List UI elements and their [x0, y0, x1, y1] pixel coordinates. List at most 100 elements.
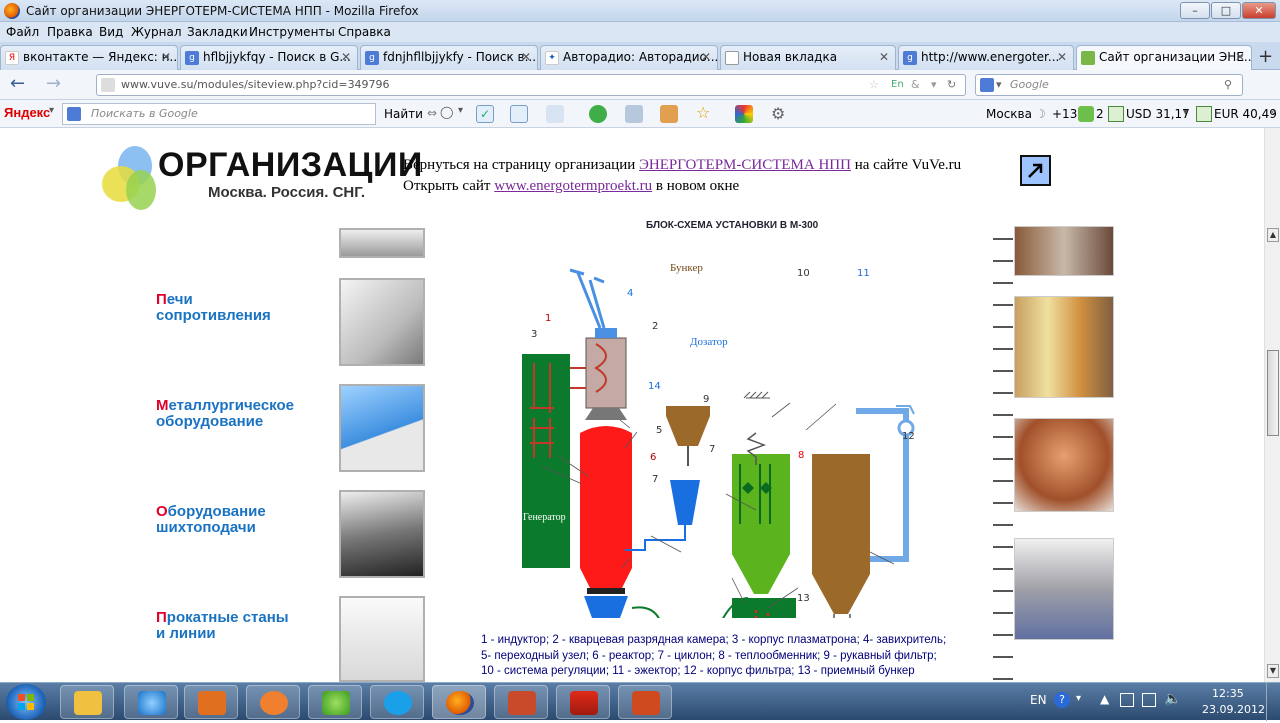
- speech-bubble-icon[interactable]: ◯: [440, 105, 453, 119]
- action-center-icon[interactable]: [1142, 693, 1156, 707]
- yandex-menu-arrow-icon[interactable]: ▾: [49, 105, 54, 116]
- close-tab-icon[interactable]: ✕: [1057, 46, 1067, 68]
- taskbar-ie[interactable]: [124, 685, 178, 719]
- menu-help[interactable]: Справка: [338, 25, 391, 39]
- clock-time[interactable]: 12:35: [1212, 687, 1244, 700]
- volume-icon[interactable]: 🔈: [1164, 691, 1181, 707]
- engine-dropdown-icon[interactable]: ▾: [996, 75, 1002, 95]
- menu-view[interactable]: Вид: [99, 25, 123, 39]
- menu-tools[interactable]: Инструменты: [249, 25, 335, 39]
- temperature[interactable]: +13: [1052, 107, 1077, 121]
- start-button[interactable]: [6, 684, 46, 720]
- mail-icon[interactable]: [625, 105, 643, 123]
- lang-dropdown-icon[interactable]: ▾: [1076, 693, 1081, 704]
- close-tab-icon[interactable]: ✕: [1235, 46, 1245, 68]
- dropdown-arrow-icon[interactable]: ▾: [458, 105, 463, 116]
- translate-page-icon[interactable]: [510, 105, 528, 123]
- dropdown-arrow-icon[interactable]: ▾: [931, 75, 937, 95]
- menu-edit[interactable]: Правка: [47, 25, 93, 39]
- close-tab-icon[interactable]: ✕: [161, 46, 171, 68]
- open-new-window-button[interactable]: [1020, 155, 1051, 186]
- tab-4[interactable]: ✦ Авторадио: Авторадио... ✕: [540, 45, 718, 70]
- close-tab-icon[interactable]: ✕: [879, 46, 889, 68]
- ampersand-icon[interactable]: &: [911, 75, 920, 95]
- new-tab-button[interactable]: +: [1258, 46, 1273, 67]
- history-arrows-icon[interactable]: ⇔: [427, 106, 437, 120]
- language-indicator[interactable]: EN: [1030, 693, 1047, 707]
- tab-2[interactable]: g hflbjjykfqy - Поиск в G... ✕: [180, 45, 358, 70]
- category-resistance-furnaces[interactable]: Печи сопротивления: [156, 292, 271, 324]
- tab-5[interactable]: Новая вкладка ✕: [720, 45, 896, 70]
- google-search-box[interactable]: ▾ Google ⚲: [975, 74, 1243, 96]
- settings-gear-icon[interactable]: ⚙: [771, 104, 785, 123]
- category-charge-feed[interactable]: Оборудование шихтоподачи: [156, 504, 266, 536]
- overflow-chevron-icon[interactable]: »: [1270, 107, 1276, 118]
- find-button[interactable]: Найти: [384, 107, 423, 121]
- translate-icon[interactable]: En: [891, 75, 904, 95]
- back-icon[interactable]: ←: [10, 73, 25, 94]
- minimize-button[interactable]: –: [1180, 2, 1210, 19]
- category-thumb-partial[interactable]: [339, 228, 425, 258]
- equipment-photo-2[interactable]: [1014, 296, 1114, 398]
- tab-6[interactable]: g http://www.energoter... ✕: [898, 45, 1074, 70]
- taskbar-explorer[interactable]: [60, 685, 114, 719]
- yandex-logo[interactable]: Яндекс: [4, 105, 50, 120]
- scroll-up-arrow-icon[interactable]: ▲: [1267, 228, 1279, 242]
- bookmarks-icon[interactable]: [660, 105, 678, 123]
- site-identity-icon[interactable]: [101, 78, 115, 92]
- scroll-thumb[interactable]: [1267, 350, 1279, 436]
- url-bar[interactable]: www.vuve.su/modules/siteview.php?cid=349…: [96, 74, 966, 96]
- taskbar-firefox[interactable]: [432, 685, 486, 719]
- tab-1[interactable]: Я вконтакте — Яндекс: н... ✕: [0, 45, 178, 70]
- vuve-logo-icon[interactable]: [100, 142, 164, 212]
- google-engine-icon[interactable]: [980, 78, 994, 92]
- spellcheck-icon[interactable]: ✓: [476, 105, 494, 123]
- conveyor-thumbnail[interactable]: [339, 490, 425, 578]
- network-icon[interactable]: [1120, 693, 1134, 707]
- taskbar-mail[interactable]: [246, 685, 300, 719]
- taskbar-icq[interactable]: [308, 685, 362, 719]
- dropdown-arrow-icon[interactable]: ▾: [1183, 107, 1188, 118]
- close-tab-icon[interactable]: ✕: [701, 46, 711, 68]
- equipment-photo-1[interactable]: [1014, 226, 1114, 276]
- equipment-photo-4[interactable]: [1014, 538, 1114, 640]
- furnace-thumbnail[interactable]: [339, 278, 425, 366]
- weather-city[interactable]: Москва: [986, 107, 1032, 121]
- menu-history[interactable]: Журнал: [131, 25, 182, 39]
- reload-icon[interactable]: ↻: [947, 75, 956, 95]
- close-tab-icon[interactable]: ✕: [341, 46, 351, 68]
- taskbar-media[interactable]: [184, 685, 238, 719]
- tab-3[interactable]: g fdnjhfllbjjykfy - Поиск в... ✕: [360, 45, 538, 70]
- metallurgy-thumbnail[interactable]: [339, 384, 425, 472]
- taskbar-skype[interactable]: [370, 685, 424, 719]
- tab-7-active[interactable]: Сайт организации ЭНЕ... ✕: [1076, 45, 1252, 70]
- scroll-down-arrow-icon[interactable]: ▼: [1267, 664, 1279, 678]
- menu-file[interactable]: Файл: [6, 25, 39, 39]
- clock-date[interactable]: 23.09.2012: [1202, 703, 1265, 716]
- category-rolling-mills[interactable]: Прокатные станы и линии: [156, 610, 289, 642]
- category-metallurgical[interactable]: Металлургическое оборудование: [156, 398, 294, 430]
- site-link[interactable]: www.energotermproekt.ru: [494, 178, 652, 194]
- translate-icon[interactable]: [546, 105, 564, 123]
- taskbar-presentation[interactable]: [494, 685, 548, 719]
- taskbar-powerpoint[interactable]: [618, 685, 672, 719]
- eur-rate[interactable]: EUR 40,49: [1214, 107, 1277, 121]
- help-icon[interactable]: ?: [1054, 692, 1070, 708]
- bookmark-star-icon[interactable]: ☆: [869, 75, 879, 95]
- favorites-star-icon[interactable]: ☆: [696, 105, 714, 123]
- forward-icon[interactable]: →: [46, 73, 61, 94]
- go-icon[interactable]: [589, 105, 607, 123]
- mail-count[interactable]: 2: [1096, 107, 1104, 121]
- close-tab-icon[interactable]: ✕: [521, 46, 531, 68]
- yandex-search-input[interactable]: Поискать в Google: [62, 103, 376, 125]
- equipment-photo-3[interactable]: [1014, 418, 1114, 512]
- vertical-scrollbar[interactable]: ▲ ▼: [1264, 128, 1280, 682]
- org-page-link[interactable]: ЭНЕРГОТЕРМ-СИСТЕМА НПП: [639, 157, 851, 173]
- search-icon[interactable]: ⚲: [1224, 75, 1232, 95]
- rolling-mill-thumbnail[interactable]: [339, 596, 425, 682]
- usd-rate[interactable]: USD 31,17: [1126, 107, 1190, 121]
- close-window-button[interactable]: ✕: [1242, 2, 1276, 19]
- show-hidden-icons-icon[interactable]: ▲: [1100, 692, 1109, 706]
- show-desktop-button[interactable]: [1266, 683, 1280, 721]
- menu-bookmarks[interactable]: Закладки: [187, 25, 248, 39]
